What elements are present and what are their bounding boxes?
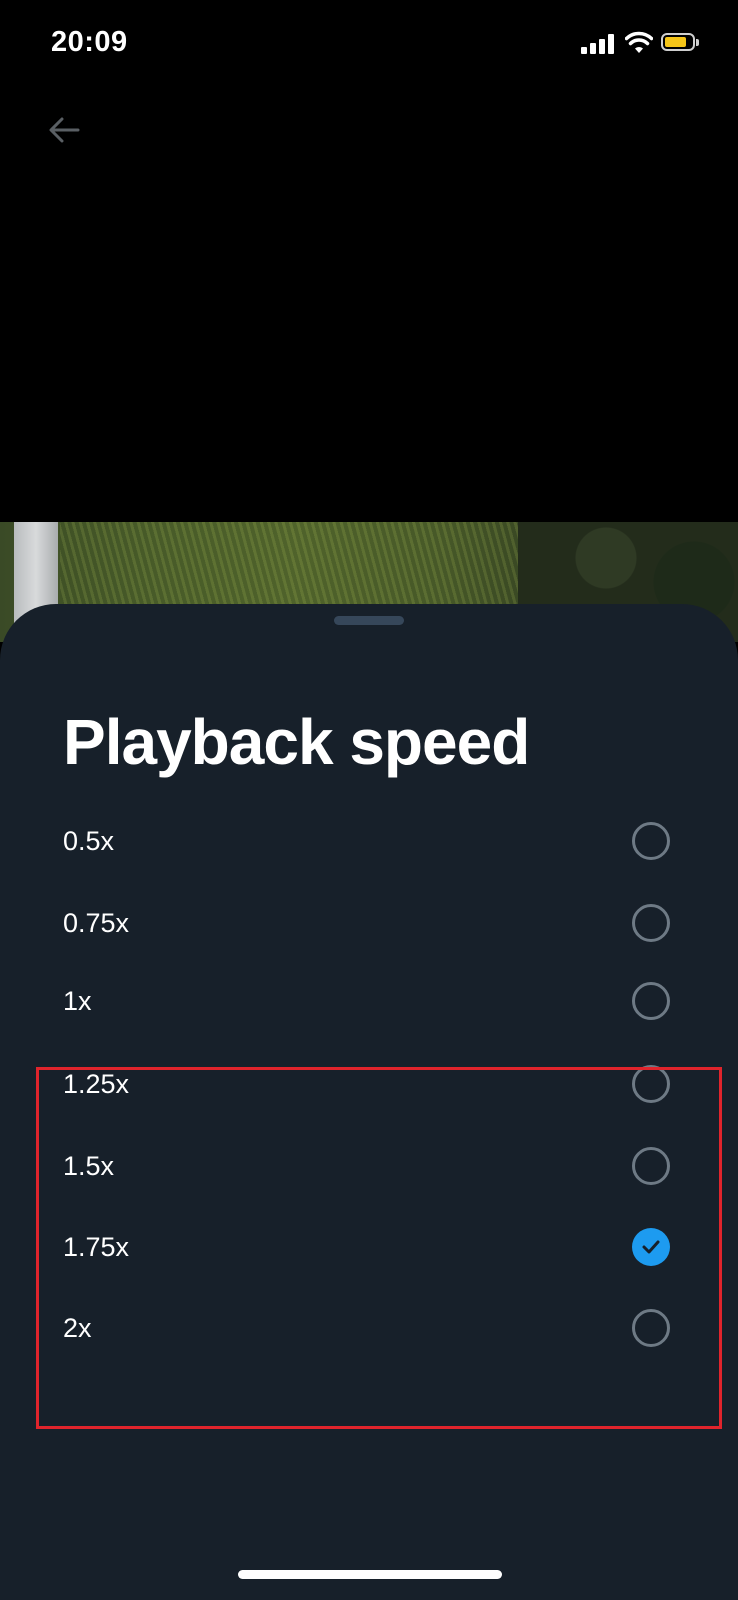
speed-option-1x[interactable]: 1x (0, 960, 738, 1042)
cellular-signal-icon (581, 34, 615, 54)
wifi-icon (625, 31, 653, 53)
sheet-title: Playback speed (63, 706, 530, 778)
speed-option-label: 1x (63, 986, 92, 1016)
radio-unselected-icon[interactable] (632, 982, 670, 1020)
status-time: 20:09 (51, 26, 128, 58)
radio-unselected-icon[interactable] (632, 822, 670, 860)
sheet-drag-handle[interactable] (334, 616, 404, 625)
arrow-left-icon (49, 117, 80, 143)
speed-option-0-5x[interactable]: 0.5x (0, 800, 738, 882)
status-bar: 20:09 (0, 0, 738, 90)
back-button[interactable] (44, 110, 84, 150)
annotation-highlight-box (36, 1067, 722, 1429)
speed-option-0-75x[interactable]: 0.75x (0, 882, 738, 964)
speed-option-label: 0.75x (63, 908, 130, 938)
battery-icon (661, 33, 701, 53)
speed-option-label: 0.5x (63, 826, 115, 856)
home-indicator[interactable] (238, 1570, 502, 1579)
radio-unselected-icon[interactable] (632, 904, 670, 942)
